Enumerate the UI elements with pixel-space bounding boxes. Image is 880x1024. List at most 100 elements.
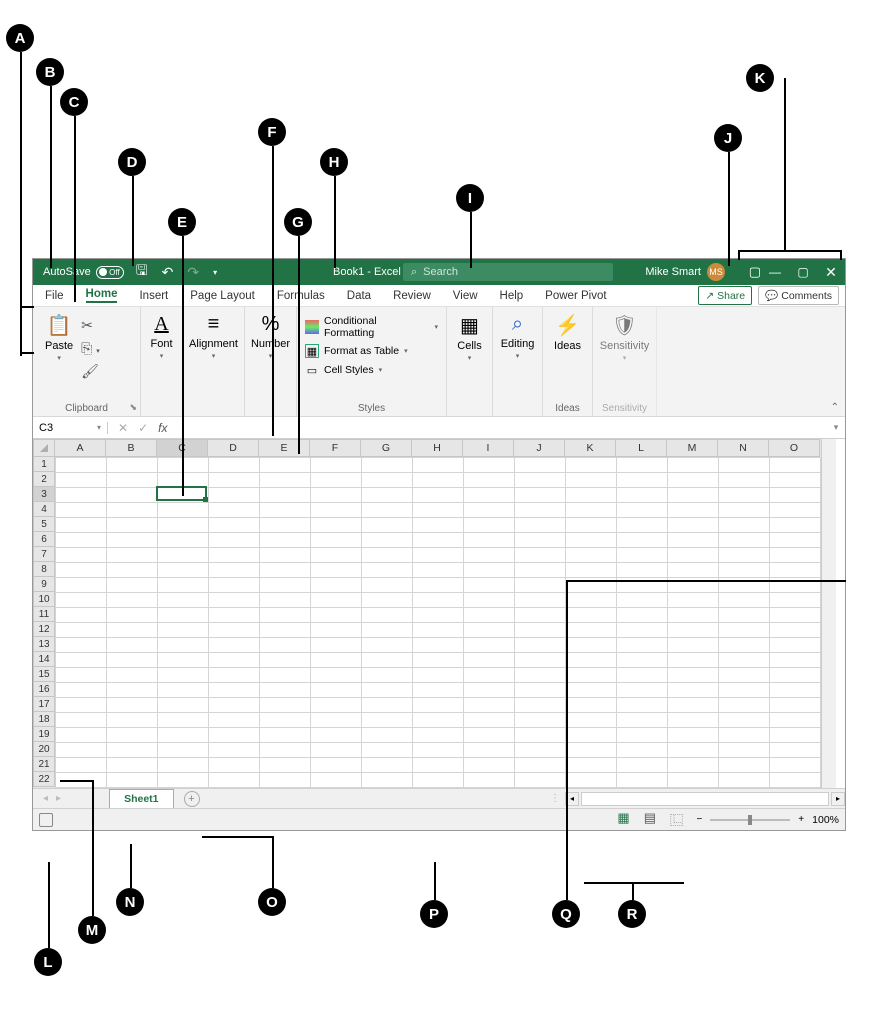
zoom-out-icon[interactable]: − [696,814,702,825]
scroll-track[interactable] [581,792,829,806]
ideas-button[interactable]: ⚡ Ideas [551,311,584,354]
expand-formula-bar-icon[interactable]: ▾ [827,422,845,433]
row-header[interactable]: 16 [33,682,55,697]
page-layout-view-icon[interactable]: ▤ [644,810,656,829]
comments-button[interactable]: 💬 Comments [758,286,839,305]
row-header[interactable]: 6 [33,532,55,547]
column-header[interactable]: I [463,439,514,457]
format-as-table-button[interactable]: ▦ Format as Table ▾ [305,344,438,358]
undo-icon[interactable]: ↶ [162,264,174,281]
row-header[interactable]: 12 [33,622,55,637]
row-headers[interactable]: 12345678910111213141516171819202122 [33,457,55,788]
share-button[interactable]: ↗ Share [698,286,752,305]
save-icon[interactable]: 🖫 [136,260,148,284]
maximize-button[interactable]: ▢ [789,259,817,285]
row-header[interactable]: 10 [33,592,55,607]
user-account[interactable]: Mike Smart MS [645,263,725,281]
tab-file[interactable]: File [45,290,64,302]
page-break-view-icon[interactable]: ⿺ [670,810,683,829]
collapse-ribbon-icon[interactable]: ⌃ [831,402,839,413]
enter-formula-icon[interactable]: ✓ [138,421,148,435]
column-header[interactable]: E [259,439,310,457]
column-header[interactable]: H [412,439,463,457]
row-header[interactable]: 14 [33,652,55,667]
sheet-tab[interactable]: Sheet1 [109,789,173,808]
tab-page-layout[interactable]: Page Layout [190,290,255,302]
tab-data[interactable]: Data [347,290,371,302]
column-header[interactable]: B [106,439,157,457]
column-header[interactable]: O [769,439,820,457]
prev-sheet-icon[interactable]: ◂ [43,793,48,804]
sheet-tab-scroll-icon[interactable]: ⋮ [550,793,560,804]
tab-power-pivot[interactable]: Power Pivot [545,290,606,302]
grid[interactable]: ABCDEFGHIJKLMNO 123456789101112131415161… [33,439,821,788]
row-header[interactable]: 8 [33,562,55,577]
normal-view-icon[interactable]: ▦ [617,810,629,829]
row-header[interactable]: 20 [33,742,55,757]
row-header[interactable]: 19 [33,727,55,742]
autosave-switch[interactable]: Off [96,266,124,279]
tab-view[interactable]: View [453,290,478,302]
name-box[interactable]: C3 ▾ [33,422,108,434]
tab-insert[interactable]: Insert [139,290,168,302]
tab-review[interactable]: Review [393,290,431,302]
qat-customize-icon[interactable]: ▾ [213,268,217,277]
column-header[interactable]: J [514,439,565,457]
conditional-formatting-button[interactable]: Conditional Formatting ▾ [305,315,438,339]
column-header[interactable]: A [55,439,106,457]
row-header[interactable]: 4 [33,502,55,517]
vertical-scrollbar[interactable] [821,439,836,788]
select-all-corner[interactable] [33,439,55,457]
row-header[interactable]: 3 [33,487,55,502]
insert-function-icon[interactable]: fx [158,421,167,435]
record-macro-icon[interactable] [39,813,53,827]
column-header[interactable]: K [565,439,616,457]
row-header[interactable]: 15 [33,667,55,682]
row-header[interactable]: 21 [33,757,55,772]
ribbon-display-options-icon[interactable]: ▢ [749,264,761,280]
tab-help[interactable]: Help [500,290,524,302]
close-button[interactable]: ✕ [817,259,845,285]
format-painter-icon[interactable]: 🖌 [81,363,100,380]
zoom-slider[interactable] [710,819,790,821]
column-header[interactable]: N [718,439,769,457]
clipboard-dialog-launcher[interactable]: ⬊ [129,402,137,413]
copy-icon[interactable]: ⎘ ▾ [81,340,100,357]
sheet-nav[interactable]: ◂ ▸ [33,793,71,804]
editing-button[interactable]: ⌕ Editing ▾ [501,311,534,362]
cell-styles-button[interactable]: ▭ Cell Styles ▾ [305,363,438,377]
search-box[interactable]: ⌕ Search [403,263,613,281]
new-sheet-button[interactable]: + [184,791,200,807]
column-header[interactable]: F [310,439,361,457]
cells-button[interactable]: ▦ Cells ▾ [455,311,484,364]
zoom-in-icon[interactable]: + [798,814,804,825]
column-header[interactable]: G [361,439,412,457]
cells[interactable] [55,457,821,788]
font-button[interactable]: A Font ▾ [149,311,174,362]
column-headers[interactable]: ABCDEFGHIJKLMNO [33,439,821,457]
row-header[interactable]: 13 [33,637,55,652]
column-header[interactable]: L [616,439,667,457]
scroll-right-icon[interactable]: ▸ [831,792,845,806]
row-header[interactable]: 1 [33,457,55,472]
sensitivity-button[interactable]: 🛡 Sensitivity ▾ [601,311,648,364]
cancel-formula-icon[interactable]: ✕ [118,421,128,435]
minimize-button[interactable]: — [761,259,789,285]
row-header[interactable]: 11 [33,607,55,622]
row-header[interactable]: 18 [33,712,55,727]
tab-formulas[interactable]: Formulas [277,290,325,302]
row-header[interactable]: 5 [33,517,55,532]
zoom-level[interactable]: 100% [812,814,839,826]
row-header[interactable]: 9 [33,577,55,592]
alignment-button[interactable]: ≡ Alignment ▾ [191,311,236,362]
number-button[interactable]: % Number ▾ [253,311,288,362]
redo-icon[interactable]: ↷ [187,264,199,281]
paste-button[interactable]: 📋 Paste ▾ [41,311,77,380]
cut-icon[interactable]: ✂ [81,317,100,334]
row-header[interactable]: 2 [33,472,55,487]
horizontal-scrollbar[interactable]: ◂ ▸ [565,791,845,807]
row-header[interactable]: 7 [33,547,55,562]
next-sheet-icon[interactable]: ▸ [56,793,61,804]
column-header[interactable]: M [667,439,718,457]
row-header[interactable]: 22 [33,772,55,787]
